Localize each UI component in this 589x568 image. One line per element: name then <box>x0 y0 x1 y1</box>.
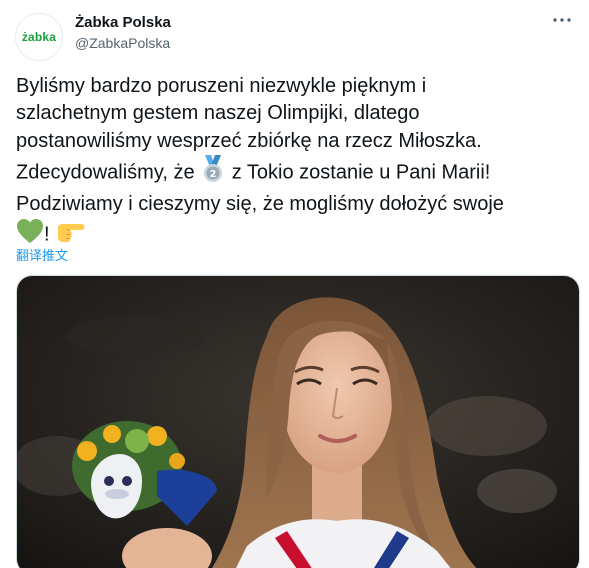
tweet-line: Podziwiamy i cieszymy się, że mogliśmy d… <box>16 193 504 216</box>
tweet-card: żabka Żabka Polska @ZabkaPolska Byliśmy … <box>0 0 589 568</box>
tweet-line: z Tokio zostanie u Pani Marii! <box>226 161 491 184</box>
tweet-line: postanowiliśmy wesprzeć zbiórkę na rzecz… <box>16 129 482 152</box>
svg-text:2: 2 <box>210 169 217 180</box>
more-dots <box>553 18 571 22</box>
more-options-icon[interactable] <box>549 10 575 30</box>
tweet-line: szlachetnym gestem naszej Olimpijki, dla… <box>16 102 420 125</box>
second-place-medal-icon: 2 <box>200 154 226 191</box>
tweet-line: Byliśmy bardzo poruszeni niezwykle piękn… <box>16 75 427 97</box>
account-handle[interactable]: @ZabkaPolska <box>75 35 170 51</box>
tweet-line: ! <box>44 223 56 246</box>
tweet-line: Zdecydowaliśmy, że <box>16 161 201 184</box>
zabka-logo: żabka <box>21 30 57 44</box>
translate-tweet-link[interactable]: 翻译推文 <box>16 245 68 264</box>
tweet-text: Byliśmy bardzo poruszeni niezwykle piękn… <box>16 73 581 253</box>
avatar[interactable]: żabka <box>15 13 63 61</box>
tweet-photo[interactable] <box>16 275 580 568</box>
athlete-photo <box>17 276 579 568</box>
account-name[interactable]: Żabka Polska <box>75 14 171 31</box>
